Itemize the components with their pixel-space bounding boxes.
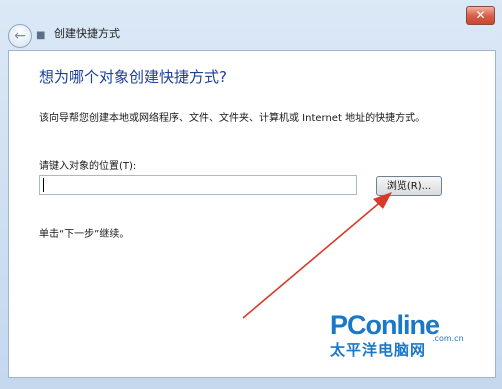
back-arrow-icon: ← [14, 28, 26, 44]
location-input[interactable] [39, 175, 357, 195]
watermark-brand: PConline [330, 310, 440, 340]
next-step-hint: 单击“下一步”继续。 [39, 229, 130, 240]
back-button[interactable]: ← [8, 24, 32, 48]
watermark: PConline .com.cn 太平洋电脑网 [322, 304, 468, 359]
close-icon: ✕ [475, 8, 486, 22]
close-button[interactable]: ✕ [466, 6, 495, 25]
location-label: 请键入对象的位置(T): [39, 161, 137, 172]
window-title: 创建快捷方式 [54, 27, 120, 40]
browse-button[interactable]: 浏览(R)... [376, 176, 442, 196]
watermark-chinese: 太平洋电脑网 [330, 341, 427, 359]
text-caret [43, 178, 44, 192]
wizard-description: 该向导帮您创建本地或网络程序、文件、文件夹、计算机或 Internet 地址的快… [39, 113, 426, 124]
create-shortcut-window: ✕ ← ■ 创建快捷方式 想为哪个对象创建快捷方式? 该向导帮您创建本地或网络程… [0, 0, 502, 389]
page-heading: 想为哪个对象创建快捷方式? [39, 68, 227, 86]
shortcut-wizard-icon: ■ [36, 30, 46, 41]
watermark-domain: .com.cn [432, 334, 464, 343]
title-bar: ✕ ← ■ 创建快捷方式 [0, 0, 502, 50]
